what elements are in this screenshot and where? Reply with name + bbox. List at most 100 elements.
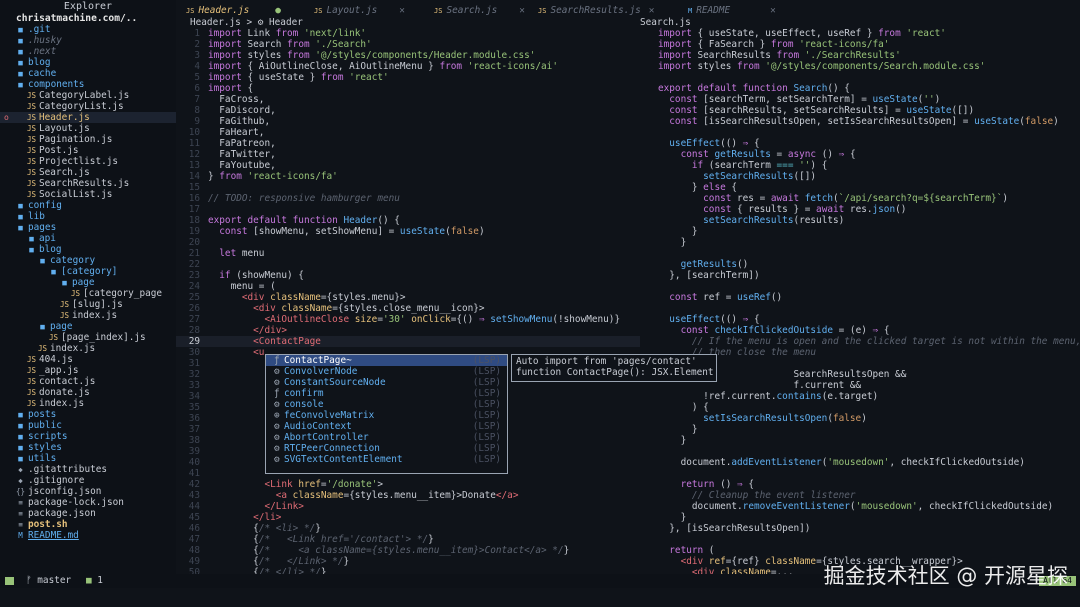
tree-item[interactable]: ■ page xyxy=(0,321,176,332)
tree-item[interactable]: ■ lib xyxy=(0,211,176,222)
tree-item[interactable]: ■ cache xyxy=(0,68,176,79)
tab-header-js[interactable]: JS Header.js ● xyxy=(186,4,281,18)
autocomplete-item[interactable]: ⚙ ConvolverNode (LSP) xyxy=(266,366,507,377)
tree-item[interactable]: ■ category xyxy=(0,255,176,266)
code-token: </Link> xyxy=(208,501,304,512)
tree-item[interactable]: ≡ package-lock.json xyxy=(0,497,176,508)
editor-pane-search-js[interactable]: Search.js import { useState, useEffect, … xyxy=(640,17,1080,574)
tree-item[interactable]: JS [slug].js xyxy=(0,299,176,310)
tree-item[interactable]: JS [page_index].js xyxy=(0,332,176,343)
git-branch[interactable]: ᚠ master xyxy=(26,574,71,588)
tree-item[interactable]: ◆ .gitignore xyxy=(0,475,176,486)
close-icon[interactable]: ✕ xyxy=(399,5,405,16)
tree-item[interactable]: JS index.js xyxy=(0,343,176,354)
tree-item[interactable]: JS CategoryLabel.js xyxy=(0,90,176,101)
tree-item[interactable]: JS 404.js xyxy=(0,354,176,365)
tree-item[interactable]: JS contact.js xyxy=(0,376,176,387)
tree-item[interactable]: ■ api xyxy=(0,233,176,244)
code-token: document. xyxy=(658,457,732,468)
code-token: from xyxy=(737,61,760,72)
tree-item-label: package.json xyxy=(28,508,96,519)
code-token: await xyxy=(816,204,845,215)
autocomplete-menu[interactable]: ƒ ContactPage~ (LSP) ⚙ ConvolverNode (LSP) ⚙ Co… xyxy=(265,354,508,474)
tree-item[interactable]: ■ config xyxy=(0,200,176,211)
code-token: ) { xyxy=(810,160,828,171)
tree-item[interactable]: JS donate.js xyxy=(0,387,176,398)
autocomplete-item[interactable]: ⚙ RTCPeerConnection (LSP) xyxy=(266,443,507,454)
line-number: 32 xyxy=(188,369,200,380)
code-token: <div xyxy=(208,303,276,314)
tree-item[interactable]: ≡ post.sh xyxy=(0,519,176,530)
tree-item[interactable]: ◆ .gitattributes xyxy=(0,464,176,475)
code-area[interactable]: 1 import Link from 'next/link' 2 import Sea… xyxy=(176,28,640,574)
tree-item[interactable]: JS Search.js xyxy=(0,167,176,178)
tree-item[interactable]: ≡ package.json xyxy=(0,508,176,519)
tree-item[interactable]: ■ posts xyxy=(0,409,176,420)
autocomplete-item[interactable]: ⚙ AbortController (LSP) xyxy=(266,432,507,443)
code-line: setSearchResults(results) xyxy=(640,215,1080,226)
tree-item[interactable]: ■ .next xyxy=(0,46,176,57)
diagnostics-count[interactable]: ■ 1 xyxy=(86,574,103,588)
close-icon[interactable]: ✕ xyxy=(649,5,655,16)
close-icon[interactable]: ✕ xyxy=(770,5,776,16)
code-token: export default function xyxy=(208,215,344,226)
tab-searchresults-js[interactable]: JS SearchResults.js ✕ xyxy=(538,4,654,18)
code-token: { xyxy=(208,556,259,567)
tree-item[interactable]: ■ components xyxy=(0,79,176,90)
tree-item[interactable]: JS Post.js xyxy=(0,145,176,156)
tab-search-js[interactable]: JS Search.js ✕ xyxy=(434,4,525,18)
tree-item[interactable]: ■ [category] xyxy=(0,266,176,277)
tree-item[interactable]: ■ page xyxy=(0,277,176,288)
tree-item[interactable]: M README.md xyxy=(0,530,176,541)
tree-item[interactable]: JS Layout.js xyxy=(0,123,176,134)
code-token: === xyxy=(776,160,794,171)
code-area[interactable]: import { useState, useEffect, useRef } f… xyxy=(640,28,1080,574)
tree-item[interactable]: ■ blog xyxy=(0,244,176,255)
autocomplete-item[interactable]: ƒ confirm (LSP) xyxy=(266,388,507,399)
autocomplete-item[interactable]: ⚙ console (LSP) xyxy=(266,399,507,410)
watermark: 掘金技术社区 @ 开源星探 xyxy=(823,564,1068,588)
tree-item[interactable]: JS SearchResults.js xyxy=(0,178,176,189)
editor-pane-header-js[interactable]: Header.js > ⚙ Header 1 import Link from '… xyxy=(176,17,640,574)
code-token: SearchResults xyxy=(691,50,777,61)
tree-item[interactable]: ■ blog xyxy=(0,57,176,68)
code-line: 12 FaTwitter, xyxy=(176,149,640,160)
tree-item[interactable]: ■ scripts xyxy=(0,431,176,442)
tree-item[interactable]: ■ .git xyxy=(0,24,176,35)
tree-item[interactable]: JS Pagination.js xyxy=(0,134,176,145)
project-root[interactable]: chrisatmachine.com/.. xyxy=(0,13,176,24)
code-line: 2 import Search from './Search' xyxy=(176,39,640,50)
tree-item[interactable]: JS index.js xyxy=(0,398,176,409)
code-token: }, [searchTerm]) xyxy=(658,270,760,281)
tree-item[interactable]: ■ pages xyxy=(0,222,176,233)
property-icon: ⊕ xyxy=(274,410,280,421)
tree-item[interactable]: ■ utils xyxy=(0,453,176,464)
autocomplete-item[interactable]: ƒ ContactPage~ (LSP) xyxy=(266,355,507,366)
tree-item[interactable]: ■ public xyxy=(0,420,176,431)
tree-item[interactable]: JS [category_page xyxy=(0,288,176,299)
tree-item[interactable]: JS CategoryList.js xyxy=(0,101,176,112)
tree-item[interactable]: JS Projectlist.js xyxy=(0,156,176,167)
tree-item-label: CategoryLabel.js xyxy=(39,90,130,101)
tree-item[interactable]: o JS Header.js xyxy=(0,112,176,123)
tab-readme[interactable]: M README ✕ xyxy=(688,4,776,18)
close-icon[interactable]: ✕ xyxy=(519,5,525,16)
tree-item[interactable]: {} jsconfig.json xyxy=(0,486,176,497)
tree-item[interactable]: JS SocialList.js xyxy=(0,189,176,200)
autocomplete-item[interactable]: ⚙ SVGTextContentElement (LSP) xyxy=(266,454,507,465)
autocomplete-item[interactable]: ⚙ ConstantSourceNode (LSP) xyxy=(266,377,507,388)
code-token: </div> xyxy=(208,325,288,336)
file-icon: JS xyxy=(27,168,37,177)
tab-layout-js[interactable]: JS Layout.js ✕ xyxy=(314,4,405,18)
autocomplete-item[interactable]: ⚙ AudioContext (LSP) xyxy=(266,421,507,432)
code-token: ) xyxy=(1053,116,1059,127)
code-line: 43 <a className={styles.menu__item}>Dona… xyxy=(176,490,640,501)
tree-item[interactable]: ■ styles xyxy=(0,442,176,453)
tree-item-label: page xyxy=(72,277,95,288)
autocomplete-item[interactable]: ⊕ feConvolveMatrix (LSP) xyxy=(266,410,507,421)
code-token: Search xyxy=(241,39,288,50)
code-line: 6 import { xyxy=(176,83,640,94)
tree-item[interactable]: ■ .husky xyxy=(0,35,176,46)
tree-item[interactable]: JS _app.js xyxy=(0,365,176,376)
tree-item[interactable]: JS index.js xyxy=(0,310,176,321)
